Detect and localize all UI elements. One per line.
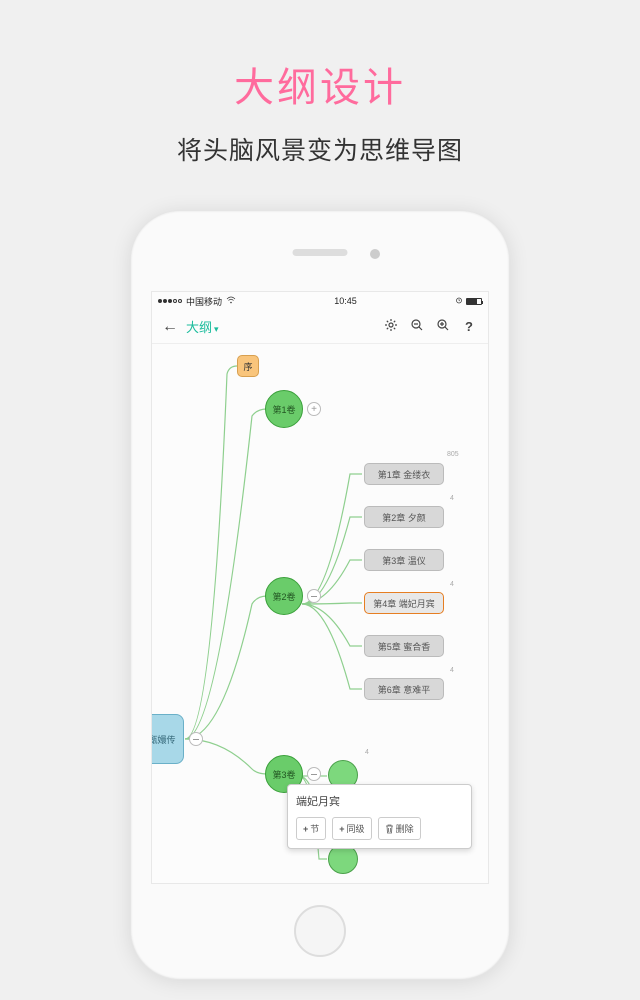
- delete-button[interactable]: 删除: [378, 817, 421, 840]
- expand-button[interactable]: +: [307, 402, 321, 416]
- node-volume2[interactable]: 第2卷: [265, 577, 303, 615]
- collapse-button[interactable]: [189, 732, 203, 746]
- phone-camera: [370, 249, 380, 259]
- app-toolbar: ← 大纲▾ ?: [152, 310, 488, 344]
- gear-icon[interactable]: [382, 318, 400, 335]
- status-bar: 中国移动 10:45: [152, 292, 488, 310]
- screen: 中国移动 10:45 ← 大纲▾: [151, 291, 489, 884]
- node-chapter[interactable]: 第2章 夕颜: [364, 506, 444, 528]
- node-chapter[interactable]: 第1章 金缕衣: [364, 463, 444, 485]
- help-icon[interactable]: ?: [460, 319, 478, 334]
- badge: 4: [450, 495, 454, 502]
- badge: 805: [447, 451, 459, 458]
- page-subtitle: 将头脑风景变为思维导图: [0, 131, 640, 167]
- mindmap-canvas[interactable]: 序 第1卷 + 805 第1章 金缕衣 4 第2章 夕颜 第3章 温仪 第2卷 …: [152, 344, 488, 883]
- toolbar-title-label: 大纲: [186, 320, 212, 335]
- badge: 4: [450, 581, 454, 588]
- collapse-button[interactable]: [307, 767, 321, 781]
- add-child-button[interactable]: +节: [296, 817, 326, 840]
- node-volume1[interactable]: 第1卷: [265, 390, 303, 428]
- status-time: 10:45: [334, 296, 357, 306]
- page-title: 大纲设计: [0, 0, 640, 113]
- phone-frame: 中国移动 10:45 ← 大纲▾: [130, 210, 510, 980]
- back-button[interactable]: ←: [162, 318, 178, 336]
- node-preface[interactable]: 序: [237, 355, 259, 377]
- alarm-icon: [455, 296, 463, 306]
- phone-speaker: [293, 249, 348, 256]
- collapse-button[interactable]: [307, 589, 321, 603]
- node-chapter[interactable]: 第5章 蜜合香: [364, 635, 444, 657]
- add-sibling-button[interactable]: +同级: [332, 817, 371, 840]
- node-chapter-selected[interactable]: 第4章 端妃月宾: [364, 592, 444, 614]
- node-chapter[interactable]: 第6章 意难平: [364, 678, 444, 700]
- wifi-icon: [226, 296, 236, 306]
- chevron-down-icon: ▾: [214, 324, 219, 334]
- toolbar-title-dropdown[interactable]: 大纲▾: [186, 317, 219, 336]
- node-chapter[interactable]: 第3章 温仪: [364, 549, 444, 571]
- battery-icon: [466, 298, 482, 305]
- popup-title: 端妃月宾: [296, 793, 463, 809]
- carrier-label: 中国移动: [186, 295, 222, 308]
- badge: 4: [450, 667, 454, 674]
- zoom-in-icon[interactable]: [434, 318, 452, 335]
- home-button[interactable]: [294, 905, 346, 957]
- edit-popup: 端妃月宾 +节 +同级 删除: [287, 784, 472, 849]
- zoom-out-icon[interactable]: [408, 318, 426, 335]
- node-root[interactable]: 后宫甄嬛传: [151, 714, 184, 764]
- signal-icon: [158, 299, 182, 303]
- badge: 4: [365, 749, 369, 756]
- trash-icon: [385, 824, 394, 834]
